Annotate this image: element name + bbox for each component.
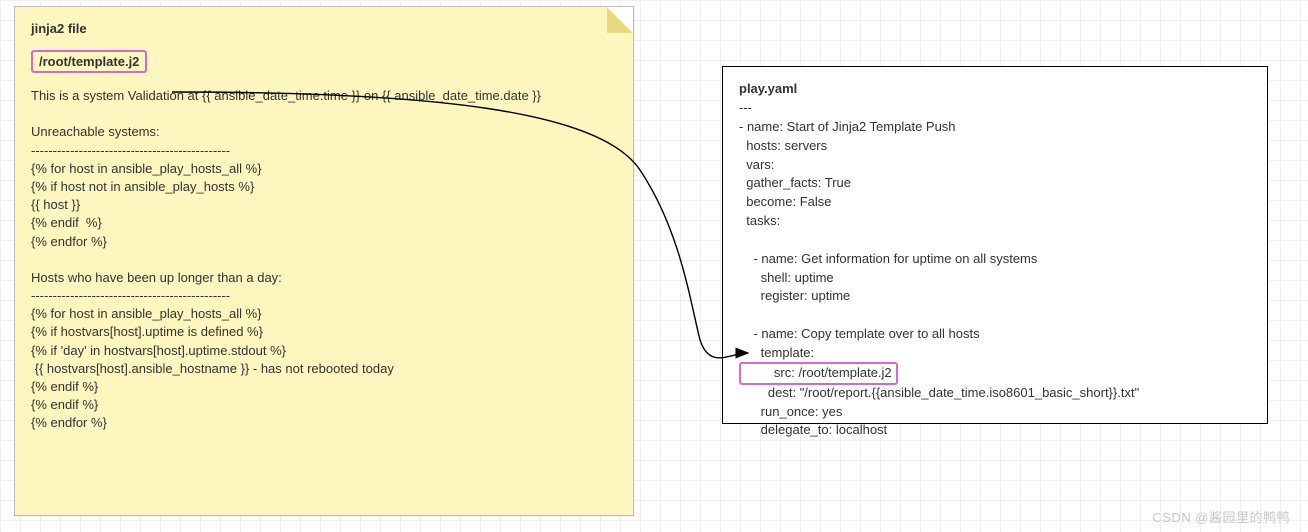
jinja2-file-card: jinja2 file /root/template.j2 This is a …	[14, 6, 634, 516]
fold-corner-icon	[607, 7, 633, 33]
play-yaml-card: play.yaml --- - name: Start of Jinja2 Te…	[722, 66, 1268, 424]
watermark-text: CSDN @酱园里的鸭鸭	[1152, 507, 1290, 526]
jinja2-file-path: /root/template.j2	[31, 50, 147, 73]
yaml-src-line: src: /root/template.j2	[739, 362, 898, 385]
yaml-pre-text: --- - name: Start of Jinja2 Template Pus…	[739, 100, 1037, 360]
jinja2-card-title: jinja2 file	[31, 21, 617, 36]
yaml-body: --- - name: Start of Jinja2 Template Pus…	[739, 99, 1251, 440]
yaml-card-title: play.yaml	[739, 81, 1251, 96]
yaml-post-text: dest: "/root/report.{{ansible_date_time.…	[739, 385, 1139, 438]
jinja2-template-body: This is a system Validation at {{ ansibl…	[31, 87, 617, 433]
